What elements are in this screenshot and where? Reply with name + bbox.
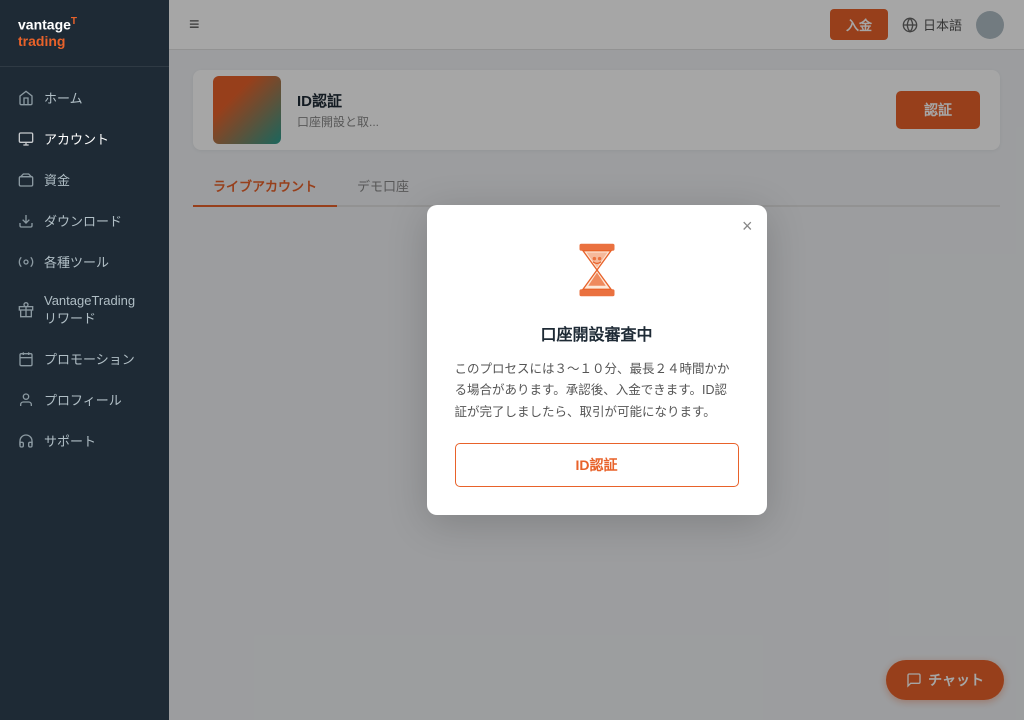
- tools-icon: [18, 254, 34, 270]
- hourglass-icon: [562, 235, 632, 305]
- download-icon: [18, 213, 34, 229]
- brand-name: vantageT trading: [18, 16, 151, 50]
- sidebar-item-label: プロモーション: [44, 349, 135, 368]
- main-content: ≡ 入金 日本語 ID認証 口座開設と取... 認証: [169, 0, 1024, 720]
- user-icon: [18, 131, 34, 147]
- brand-superscript: T: [71, 16, 77, 27]
- logo-area: vantageT trading: [0, 0, 169, 67]
- sidebar-item-label: アカウント: [44, 129, 109, 148]
- sidebar: vantageT trading ホーム アカウント 資金: [0, 0, 169, 720]
- brand-line2: trading: [18, 33, 65, 49]
- modal-overlay: ×: [169, 0, 1024, 720]
- sidebar-item-label: 各種ツール: [44, 252, 109, 271]
- modal-description: このプロセスには３〜１０分、最長２４時間かかる場合があります。承認後、入金できま…: [455, 359, 739, 423]
- sidebar-item-funds[interactable]: 資金: [0, 159, 169, 200]
- sidebar-item-profile[interactable]: プロフィール: [0, 379, 169, 420]
- sidebar-item-support[interactable]: サポート: [0, 420, 169, 461]
- sidebar-item-label: VantageTrading リワード: [44, 293, 151, 327]
- modal-icon-area: [455, 235, 739, 305]
- sidebar-item-label: ダウンロード: [44, 211, 122, 230]
- sidebar-item-rewards[interactable]: VantageTrading リワード: [0, 282, 169, 338]
- sidebar-item-label: サポート: [44, 431, 96, 450]
- home-icon: [18, 90, 34, 106]
- gift-icon: [18, 302, 34, 318]
- sidebar-item-download[interactable]: ダウンロード: [0, 200, 169, 241]
- modal-close-button[interactable]: ×: [742, 217, 753, 235]
- sidebar-item-home[interactable]: ホーム: [0, 77, 169, 118]
- sidebar-item-label: プロフィール: [44, 390, 122, 409]
- sidebar-item-label: ホーム: [44, 88, 83, 107]
- sidebar-item-account[interactable]: アカウント: [0, 118, 169, 159]
- sidebar-item-promotions[interactable]: プロモーション: [0, 338, 169, 379]
- id-verify-button[interactable]: ID認証: [455, 443, 739, 487]
- headset-icon: [18, 433, 34, 449]
- sidebar-item-tools[interactable]: 各種ツール: [0, 241, 169, 282]
- person-icon: [18, 392, 34, 408]
- sidebar-item-label: 資金: [44, 170, 70, 189]
- main-nav: ホーム アカウント 資金 ダウンロード 各種ツール: [0, 67, 169, 720]
- calendar-icon: [18, 351, 34, 367]
- modal-title: 口座開設審査中: [455, 321, 739, 345]
- wallet-icon: [18, 172, 34, 188]
- modal-dialog: ×: [427, 205, 767, 515]
